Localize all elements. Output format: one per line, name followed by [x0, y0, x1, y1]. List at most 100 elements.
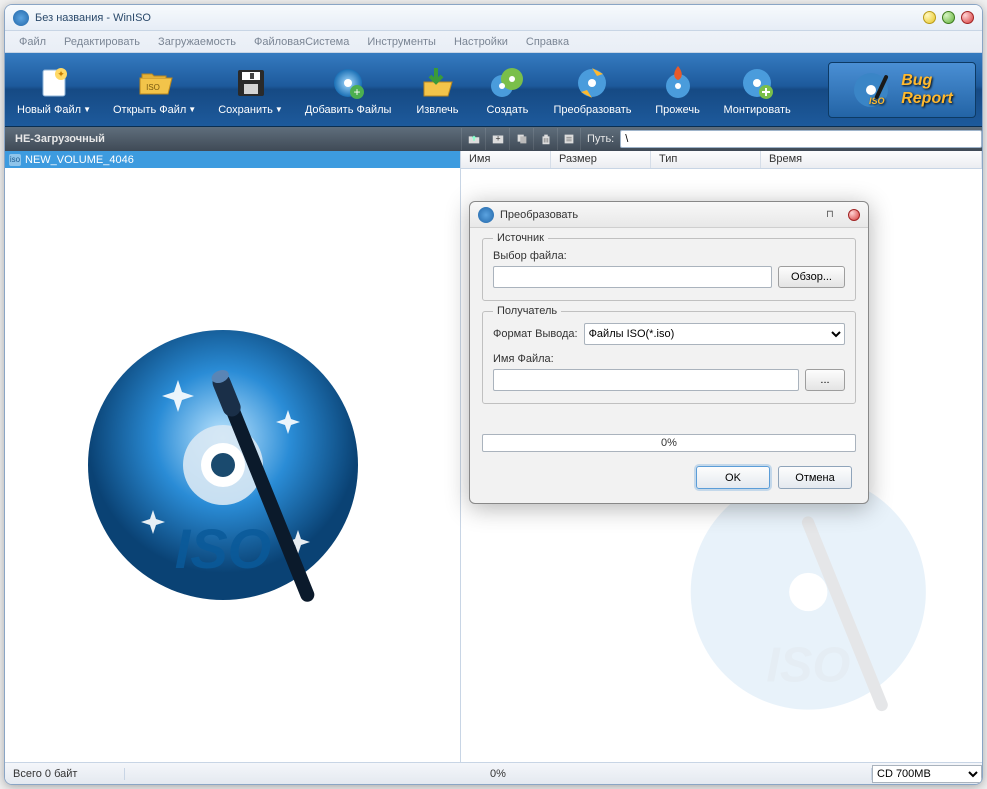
- new-file-button[interactable]: ✦ Новый Файл▼: [11, 62, 97, 118]
- copy-icon[interactable]: [509, 128, 533, 150]
- dialog-minimize-icon[interactable]: ⊓: [826, 209, 838, 220]
- mount-button[interactable]: Монтировать: [718, 62, 797, 118]
- create-button[interactable]: Создать: [477, 62, 537, 118]
- titlebar: Без названия - WinISO: [5, 5, 982, 31]
- bug-report-line1: Bug: [901, 72, 953, 90]
- maximize-button[interactable]: [942, 11, 955, 24]
- open-file-button[interactable]: ISO Открыть Файл▼: [107, 62, 202, 118]
- create-label: Создать: [487, 104, 529, 116]
- tree-volume-row[interactable]: iso NEW_VOLUME_4046: [5, 151, 460, 168]
- col-time[interactable]: Время: [761, 151, 982, 168]
- volume-label: NEW_VOLUME_4046: [25, 154, 134, 166]
- volume-icon: iso: [9, 154, 21, 166]
- path-label: Путь:: [587, 133, 614, 145]
- ok-button[interactable]: OK: [696, 466, 770, 489]
- mount-label: Монтировать: [724, 104, 791, 116]
- svg-text:+: +: [354, 85, 361, 99]
- save-button[interactable]: Сохранить▼: [212, 62, 289, 118]
- source-file-input[interactable]: [493, 266, 772, 288]
- boot-status: НЕ-Загрузочный: [5, 133, 461, 145]
- menu-edit[interactable]: Редактировать: [58, 34, 146, 50]
- dest-legend: Получатель: [493, 305, 561, 317]
- status-total: Всего 0 байт: [5, 768, 125, 780]
- path-bar: Путь:: [581, 130, 982, 148]
- output-format-label: Формат Вывода:: [493, 328, 578, 340]
- svg-text:ISO: ISO: [146, 83, 160, 92]
- svg-text:ISO: ISO: [766, 639, 850, 693]
- menu-file[interactable]: Файл: [13, 34, 52, 50]
- convert-dialog: Преобразовать ⊓ Источник Выбор файла: Об…: [469, 201, 869, 504]
- open-file-icon: ISO: [136, 64, 174, 102]
- chevron-down-icon: ▼: [275, 105, 283, 114]
- subbar-actions: +: [461, 128, 581, 150]
- filename-input[interactable]: [493, 369, 799, 391]
- dialog-close-icon[interactable]: [848, 209, 860, 221]
- burn-label: Прожечь: [655, 104, 700, 116]
- source-fieldset: Источник Выбор файла: Обзор...: [482, 238, 856, 301]
- progress-bar: 0%: [482, 434, 856, 452]
- chevron-down-icon: ▼: [83, 105, 91, 114]
- col-type[interactable]: Тип: [651, 151, 761, 168]
- new-file-label: Новый Файл: [17, 104, 81, 116]
- extract-label: Извлечь: [416, 104, 458, 116]
- filename-browse-button[interactable]: ...: [805, 369, 845, 391]
- bug-report-icon: ISO: [851, 68, 895, 112]
- add-files-icon: +: [329, 64, 367, 102]
- menu-filesystem[interactable]: ФайловаяСистема: [248, 34, 355, 50]
- menubar: Файл Редактировать Загружаемость Файлова…: [5, 31, 982, 53]
- dialog-title-text: Преобразовать: [500, 209, 826, 221]
- dialog-buttons: OK Отмена: [470, 452, 868, 503]
- svg-text:ISO: ISO: [174, 517, 270, 580]
- select-file-label: Выбор файла:: [493, 250, 845, 262]
- new-folder-icon[interactable]: +: [485, 128, 509, 150]
- output-format-select[interactable]: Файлы ISO(*.iso): [584, 323, 845, 345]
- dialog-body: Источник Выбор файла: Обзор... Получател…: [470, 228, 868, 424]
- tree-pane: iso NEW_VOLUME_4046 ISO: [5, 151, 461, 762]
- minimize-button[interactable]: [923, 11, 936, 24]
- dialog-icon: [478, 207, 494, 223]
- file-pane: Имя Размер Тип Время ISO Преобразовать ⊓…: [461, 151, 982, 762]
- browse-button[interactable]: Обзор...: [778, 266, 845, 288]
- add-files-label: Добавить Файлы: [305, 104, 392, 116]
- dialog-titlebar: Преобразовать ⊓: [470, 202, 868, 228]
- add-files-button[interactable]: + Добавить Файлы: [299, 62, 398, 118]
- extract-button[interactable]: Извлечь: [407, 62, 467, 118]
- statusbar: Всего 0 байт 0% CD 700MB: [5, 762, 982, 784]
- status-percent: 0%: [125, 768, 872, 780]
- menu-help[interactable]: Справка: [520, 34, 575, 50]
- dest-fieldset: Получатель Формат Вывода: Файлы ISO(*.is…: [482, 311, 856, 404]
- menu-tools[interactable]: Инструменты: [361, 34, 442, 50]
- delete-icon[interactable]: [533, 128, 557, 150]
- filename-label: Имя Файла:: [493, 353, 845, 365]
- table-header: Имя Размер Тип Время: [461, 151, 982, 169]
- save-label: Сохранить: [218, 104, 273, 116]
- properties-icon[interactable]: [557, 128, 581, 150]
- convert-label: Преобразовать: [553, 104, 631, 116]
- svg-text:✦: ✦: [57, 69, 65, 79]
- menu-options[interactable]: Настройки: [448, 34, 514, 50]
- convert-button[interactable]: Преобразовать: [547, 62, 637, 118]
- toolbar: ✦ Новый Файл▼ ISO Открыть Файл▼ Сохранит…: [5, 53, 982, 127]
- svg-text:+: +: [495, 134, 500, 144]
- col-name[interactable]: Имя: [461, 151, 551, 168]
- close-button[interactable]: [961, 11, 974, 24]
- cancel-button[interactable]: Отмена: [778, 466, 852, 489]
- app-icon: [13, 10, 29, 26]
- open-file-label: Открыть Файл: [113, 104, 186, 116]
- app-window: Без названия - WinISO Файл Редактировать…: [4, 4, 983, 785]
- col-size[interactable]: Размер: [551, 151, 651, 168]
- content: iso NEW_VOLUME_4046 ISO: [5, 151, 982, 762]
- disc-artwork: ISO: [5, 168, 460, 762]
- menu-bootable[interactable]: Загружаемость: [152, 34, 242, 50]
- burn-button[interactable]: Прожечь: [648, 62, 708, 118]
- bug-report-button[interactable]: ISO Bug Report: [828, 62, 976, 118]
- source-legend: Источник: [493, 232, 548, 244]
- window-title: Без названия - WinISO: [35, 12, 917, 24]
- bug-report-line2: Report: [901, 90, 953, 108]
- media-size-select[interactable]: CD 700MB: [872, 765, 982, 783]
- folder-up-icon[interactable]: [461, 128, 485, 150]
- path-input[interactable]: [620, 130, 982, 148]
- subbar: НЕ-Загрузочный + Путь:: [5, 127, 982, 151]
- create-icon: [488, 64, 526, 102]
- save-icon: [232, 64, 270, 102]
